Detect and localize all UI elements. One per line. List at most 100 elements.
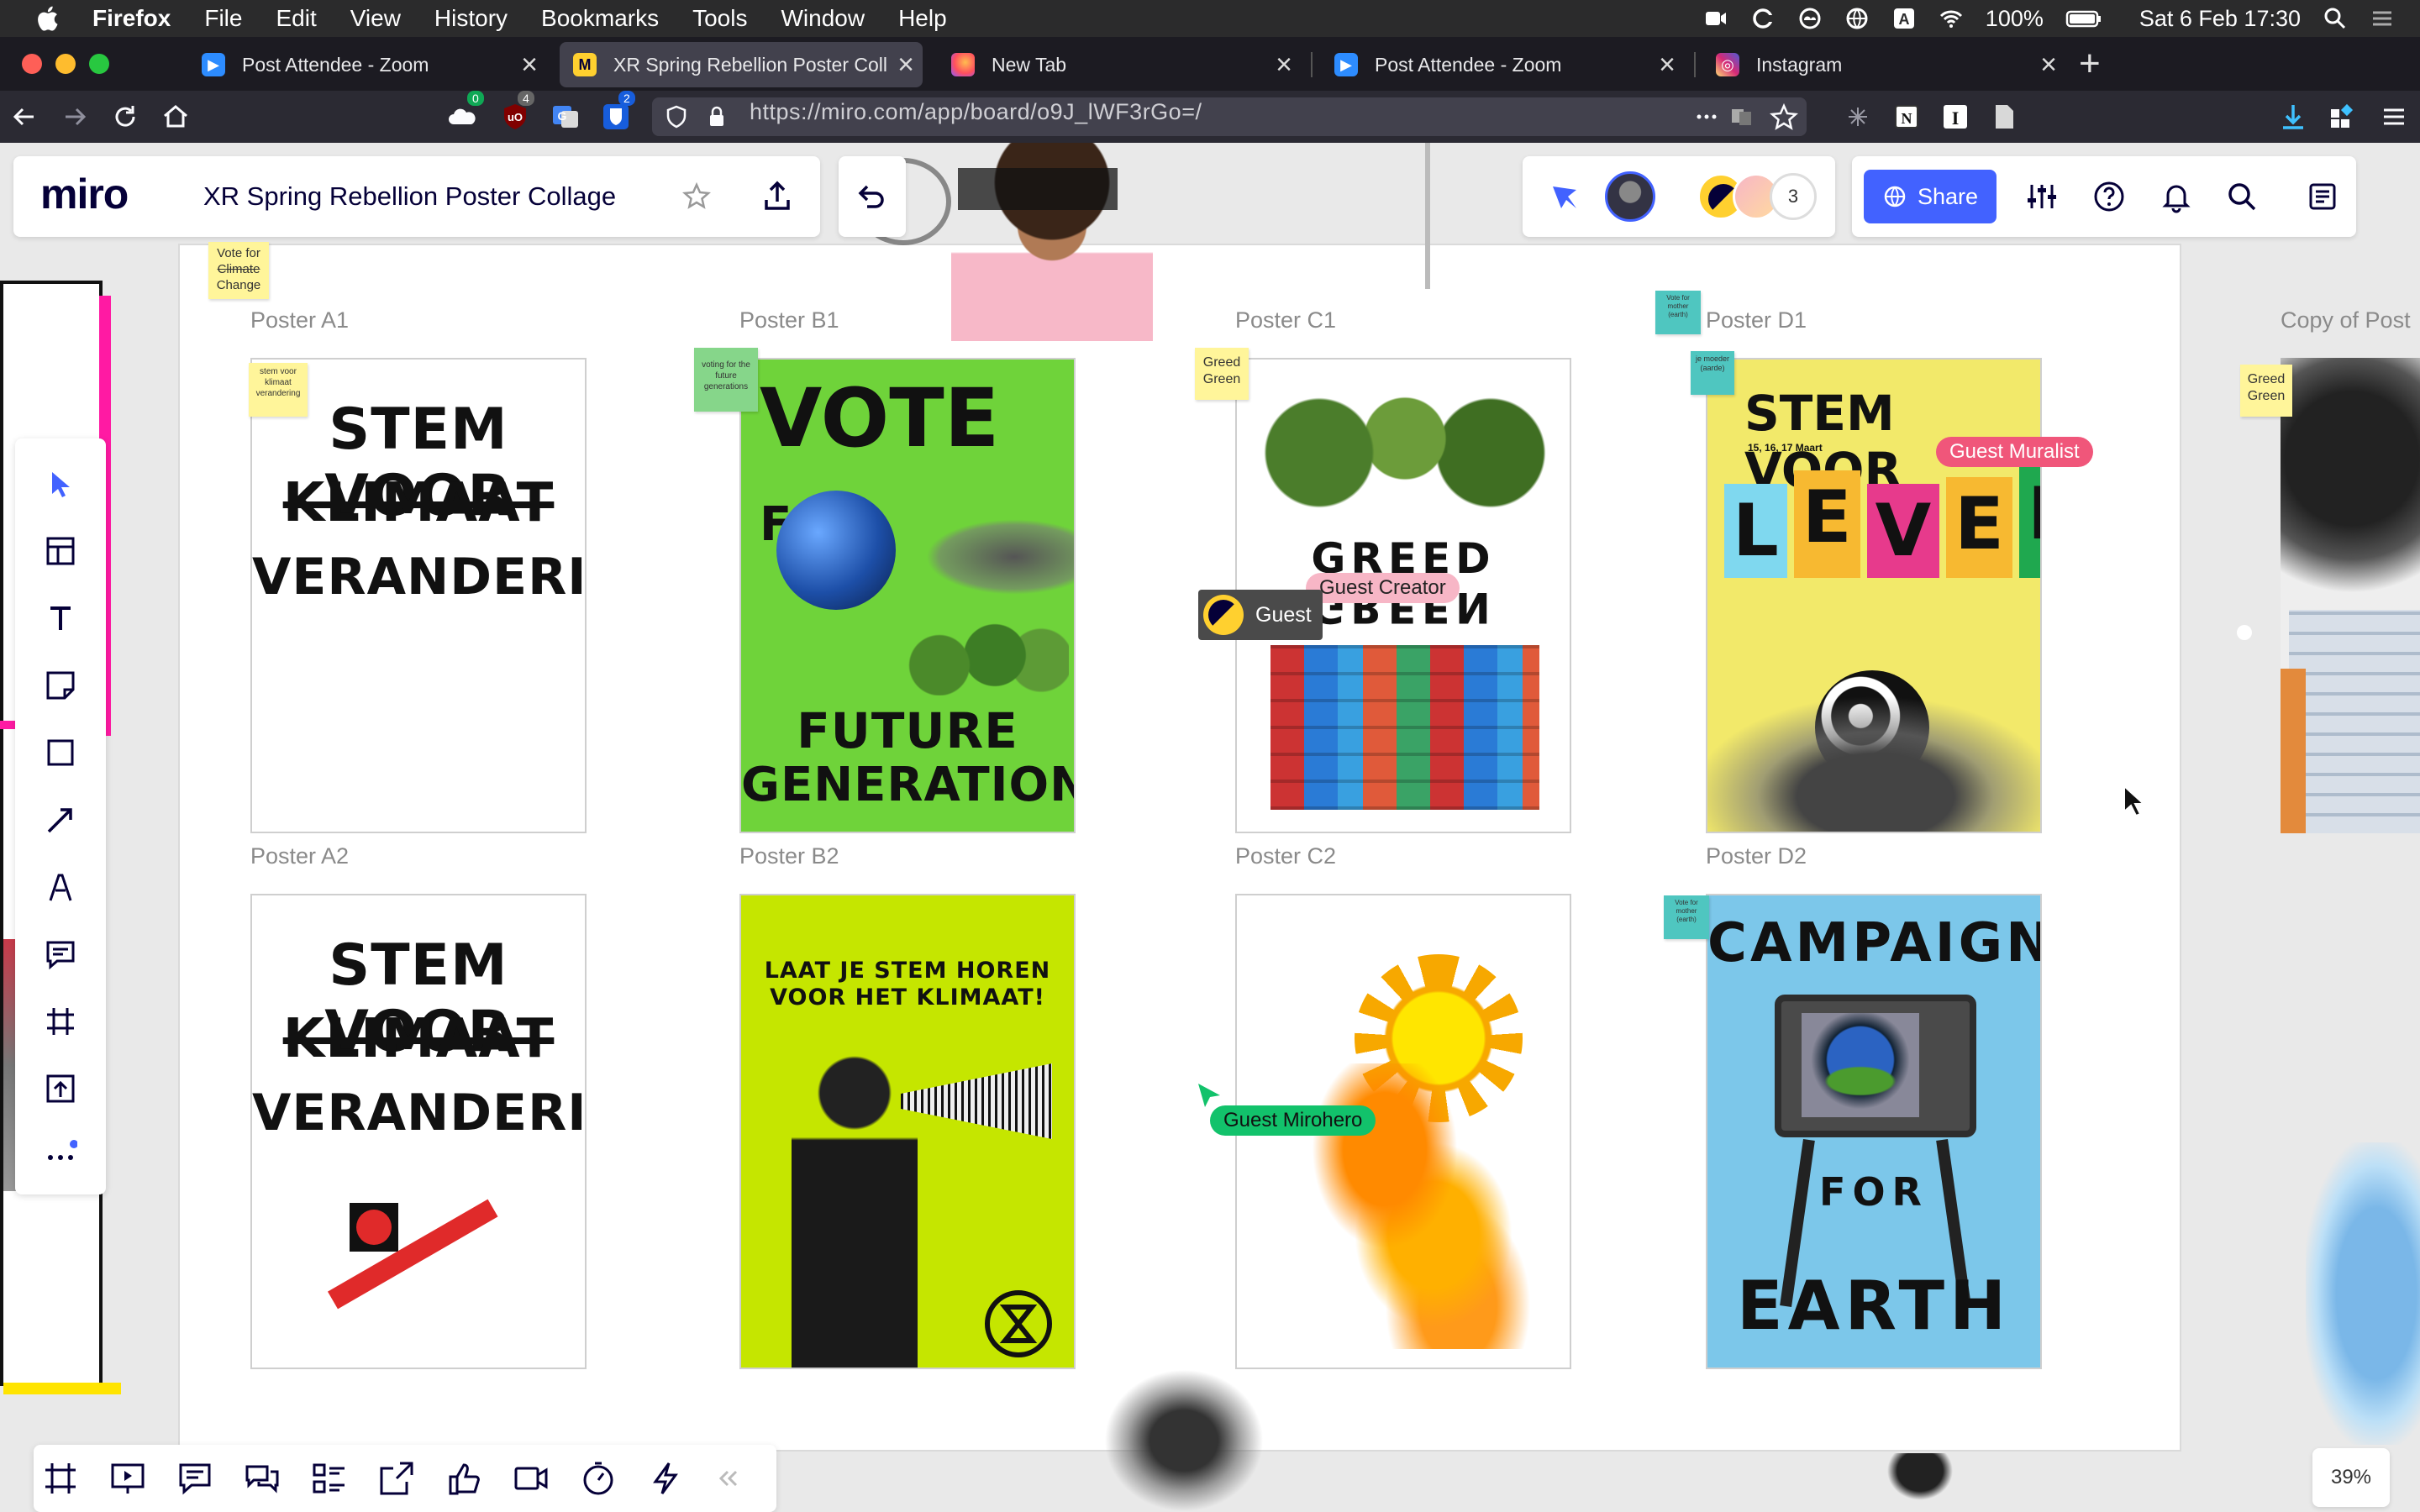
timer-icon[interactable] xyxy=(580,1460,617,1497)
menu-history[interactable]: History xyxy=(434,5,508,32)
zoom-video-status-icon[interactable] xyxy=(1703,6,1728,31)
frame-tool-icon[interactable] xyxy=(44,1005,77,1038)
export-upload-icon[interactable] xyxy=(760,178,795,213)
more-tools-icon[interactable] xyxy=(44,1139,77,1173)
presentation-icon[interactable] xyxy=(109,1460,146,1497)
bookmark-star-icon[interactable] xyxy=(1770,102,1798,131)
share-screen-icon[interactable] xyxy=(378,1460,415,1497)
window-close-button[interactable] xyxy=(22,54,42,74)
home-icon[interactable] xyxy=(160,101,192,133)
connection-line-tool-icon[interactable] xyxy=(44,803,77,837)
close-icon[interactable]: × xyxy=(2032,49,2065,81)
shape-tool-icon[interactable] xyxy=(44,736,77,769)
collapse-chevrons-icon[interactable] xyxy=(714,1465,741,1492)
tab-zoom-1[interactable]: ▶ Post Attendee - Zoom × xyxy=(188,42,546,87)
sparkle-extension-icon[interactable] xyxy=(1842,101,1874,133)
sticky-note-c1[interactable]: Greed Green xyxy=(1195,348,1249,400)
poster-c2-label[interactable]: Poster C2 xyxy=(1235,843,1336,869)
help-icon[interactable] xyxy=(2092,180,2126,213)
miro-board-canvas[interactable]: Vote for Climate Change Poster A1 Poster… xyxy=(0,143,2420,1512)
sticky-note-d1[interactable]: je moeder (aarde) xyxy=(1691,351,1734,395)
tab-miro-board[interactable]: M XR Spring Rebellion Poster Coll × xyxy=(560,42,923,87)
apps-lightning-icon[interactable] xyxy=(647,1460,684,1497)
menu-help[interactable]: Help xyxy=(898,5,947,32)
collaborator-count[interactable]: 3 xyxy=(1770,173,1817,220)
page-icon[interactable] xyxy=(1988,101,2020,133)
video-call-icon[interactable] xyxy=(513,1460,550,1497)
poster-d1[interactable]: STEM VOOR 15, 16, 17 Maart L E V E N xyxy=(1706,358,2042,833)
new-tab-button[interactable]: + xyxy=(2079,44,2101,84)
search-icon[interactable] xyxy=(2225,180,2259,213)
copy-poster-label[interactable]: Copy of Post xyxy=(2281,307,2411,333)
window-zoom-button[interactable] xyxy=(89,54,109,74)
status-c-icon[interactable] xyxy=(1750,6,1776,31)
menu-view[interactable]: View xyxy=(350,5,401,32)
frames-icon[interactable] xyxy=(42,1460,79,1497)
sticky-note-right[interactable]: Greed Green xyxy=(2240,365,2292,417)
close-icon[interactable]: × xyxy=(1267,49,1301,81)
poster-d2[interactable]: CAMPAIGN FOR EARTH xyxy=(1706,894,2042,1369)
text-tool-icon[interactable] xyxy=(44,601,77,635)
spotlight-search-icon[interactable] xyxy=(2323,6,2348,31)
reload-icon[interactable] xyxy=(109,101,141,133)
copy-poster-partial[interactable] xyxy=(2281,358,2420,833)
menu-window[interactable]: Window xyxy=(781,5,865,32)
window-minimize-button[interactable] xyxy=(55,54,76,74)
poster-b1[interactable]: VOTE FOR FUTURE GENERATIONS xyxy=(739,358,1076,833)
chat-icon[interactable] xyxy=(244,1460,281,1497)
tab-new-tab[interactable]: New Tab × xyxy=(938,42,1301,87)
sticky-note-b1[interactable]: voting for the future generations xyxy=(694,348,758,412)
reactions-icon[interactable] xyxy=(1548,178,1585,215)
comments-icon[interactable] xyxy=(176,1460,213,1497)
cloud-sync-icon[interactable] xyxy=(1797,6,1823,31)
templates-tool-icon[interactable] xyxy=(44,534,77,568)
control-center-icon[interactable] xyxy=(2370,6,2395,31)
poster-b2[interactable]: LAAT JE STEM HOREN VOOR HET KLIMAAT! xyxy=(739,894,1076,1369)
board-title[interactable]: XR Spring Rebellion Poster Collage xyxy=(203,181,616,212)
voting-thumbs-up-icon[interactable] xyxy=(445,1460,482,1497)
poster-d2-label[interactable]: Poster D2 xyxy=(1706,843,1807,869)
poster-c1-label[interactable]: Poster C1 xyxy=(1235,307,1336,333)
extensions-icon[interactable] xyxy=(2326,101,2358,133)
menu-app-firefox[interactable]: Firefox xyxy=(92,5,171,32)
poster-b2-label[interactable]: Poster B2 xyxy=(739,843,839,869)
menu-tools[interactable]: Tools xyxy=(692,5,747,32)
notion-icon[interactable]: N xyxy=(1891,101,1923,133)
battery-icon[interactable] xyxy=(2065,6,2102,31)
instapaper-icon[interactable]: I xyxy=(1939,101,1971,133)
hamburger-menu-icon[interactable] xyxy=(2378,101,2410,133)
text-input-icon[interactable]: A xyxy=(1891,6,1917,31)
sticky-note-a1[interactable]: stem voor klimaat verandering xyxy=(249,363,308,417)
menu-file[interactable]: File xyxy=(204,5,242,32)
close-icon[interactable]: × xyxy=(889,49,923,81)
lock-icon[interactable] xyxy=(704,104,729,129)
sticky-note-d2[interactable]: Vote for mother (earth) xyxy=(1664,895,1709,939)
menu-edit[interactable]: Edit xyxy=(276,5,316,32)
tab-zoom-2[interactable]: ▶ Post Attendee - Zoom × xyxy=(1321,42,1684,87)
star-favorite-icon[interactable] xyxy=(682,181,711,210)
more-actions-icon[interactable] xyxy=(1694,104,1719,129)
apple-logo-icon[interactable] xyxy=(34,3,64,34)
back-arrow-icon[interactable] xyxy=(8,101,40,133)
poster-a2[interactable]: STEM VOOR KLIMAAT VERANDERING xyxy=(250,894,587,1369)
poster-a1[interactable]: STEM VOOR KLIMAAT VERANDERING xyxy=(250,358,587,833)
sticky-note-tool-icon[interactable] xyxy=(44,669,77,702)
shield-icon[interactable] xyxy=(664,104,689,129)
undo-icon[interactable] xyxy=(854,180,887,213)
board-menu-icon[interactable] xyxy=(2306,180,2339,213)
download-icon[interactable] xyxy=(2277,101,2309,133)
poster-d1-label[interactable]: Poster D1 xyxy=(1706,307,1807,333)
user-avatar[interactable] xyxy=(1605,171,1655,222)
select-tool-icon[interactable] xyxy=(44,467,77,501)
zoom-level-indicator[interactable]: 39% xyxy=(2312,1448,2390,1507)
notifications-bell-icon[interactable] xyxy=(2160,180,2193,213)
poster-b1-label[interactable]: Poster B1 xyxy=(739,307,839,333)
miro-logo[interactable]: miro xyxy=(40,170,129,218)
sticky-note-vote-climate[interactable]: Vote for Climate Change xyxy=(208,242,269,299)
poster-a2-label[interactable]: Poster A2 xyxy=(250,843,349,869)
settings-sliders-icon[interactable] xyxy=(2025,180,2059,213)
forward-arrow-icon[interactable] xyxy=(59,101,91,133)
poster-a1-label[interactable]: Poster A1 xyxy=(250,307,349,333)
comment-tool-icon[interactable] xyxy=(44,937,77,971)
close-icon[interactable]: × xyxy=(513,49,546,81)
